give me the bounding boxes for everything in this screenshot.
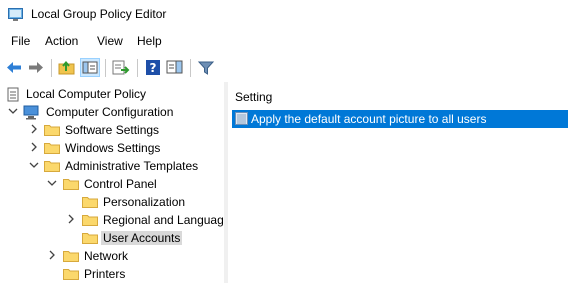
toolbar-separator bbox=[51, 59, 52, 77]
menu-file[interactable]: File bbox=[9, 34, 32, 48]
tree-label: Local Computer Policy bbox=[26, 87, 147, 101]
console-tree-icon bbox=[82, 61, 98, 74]
chevron-right-icon[interactable] bbox=[47, 250, 57, 260]
menu-action[interactable]: Action bbox=[43, 34, 80, 48]
tree-label: Regional and Languag bbox=[103, 213, 224, 227]
settings-list-pane: Setting Apply the default account pictur… bbox=[228, 82, 568, 283]
action-pane-icon bbox=[166, 60, 183, 74]
title-bar: Local Group Policy Editor bbox=[0, 0, 568, 31]
tree-item-user-accounts[interactable]: User Accounts bbox=[0, 229, 224, 247]
tree-item-software-settings[interactable]: Software Settings bbox=[0, 121, 224, 139]
forward-arrow-icon bbox=[29, 62, 43, 73]
export-list-icon bbox=[112, 60, 130, 75]
tree-label: Computer Configuration bbox=[46, 105, 174, 119]
folder-icon bbox=[44, 143, 60, 154]
tree-item-regional-and-language[interactable]: Regional and Languag bbox=[0, 211, 224, 229]
policy-setting-icon bbox=[235, 112, 248, 125]
tree-item-windows-settings[interactable]: Windows Settings bbox=[0, 139, 224, 157]
toolbar-separator bbox=[190, 59, 191, 77]
tree-label: Administrative Templates bbox=[65, 159, 199, 173]
up-one-level-button[interactable] bbox=[57, 58, 77, 77]
group-policy-app-icon bbox=[8, 8, 23, 21]
chevron-right-icon[interactable] bbox=[29, 142, 39, 152]
folder-icon bbox=[82, 215, 98, 226]
filter-funnel-icon bbox=[197, 61, 215, 75]
svg-text:?: ? bbox=[150, 61, 157, 75]
up-folder-icon bbox=[58, 60, 75, 75]
chevron-right-icon[interactable] bbox=[29, 124, 39, 134]
tree-label: Windows Settings bbox=[65, 141, 161, 155]
console-tree[interactable]: Local Computer Policy Computer Configura… bbox=[0, 82, 224, 283]
folder-icon bbox=[63, 269, 79, 280]
window-title: Local Group Policy Editor bbox=[31, 7, 167, 21]
tree-item-computer-configuration[interactable]: Computer Configuration bbox=[0, 103, 224, 121]
show-hide-tree-button[interactable] bbox=[80, 58, 100, 77]
tree-item-network[interactable]: Network bbox=[0, 247, 224, 265]
export-list-button[interactable] bbox=[111, 58, 131, 77]
help-icon: ? bbox=[146, 60, 160, 75]
back-button[interactable] bbox=[4, 58, 24, 77]
back-arrow-icon bbox=[7, 62, 21, 73]
tree-label: Software Settings bbox=[65, 123, 160, 137]
tree-item-local-computer-policy[interactable]: Local Computer Policy bbox=[0, 85, 224, 103]
tree-label: Control Panel bbox=[84, 177, 157, 191]
chevron-down-icon[interactable] bbox=[47, 178, 57, 188]
chevron-down-icon[interactable] bbox=[8, 106, 18, 116]
folder-icon bbox=[82, 233, 98, 244]
folder-icon bbox=[63, 179, 79, 190]
help-button[interactable]: ? bbox=[143, 58, 163, 77]
toolbar-separator bbox=[105, 59, 106, 77]
show-action-pane-button[interactable] bbox=[165, 58, 185, 77]
folder-icon bbox=[63, 251, 79, 262]
chevron-right-icon[interactable] bbox=[66, 214, 76, 224]
folder-icon bbox=[44, 161, 60, 172]
folder-icon bbox=[82, 197, 98, 208]
forward-button[interactable] bbox=[26, 58, 46, 77]
tree-item-personalization[interactable]: Personalization bbox=[0, 193, 224, 211]
tree-item-administrative-templates[interactable]: Administrative Templates bbox=[0, 157, 224, 175]
menu-bar: File Action View Help bbox=[0, 31, 568, 53]
filter-button[interactable] bbox=[196, 58, 216, 77]
computer-icon bbox=[23, 105, 39, 120]
policy-document-icon bbox=[7, 87, 19, 102]
column-header-setting[interactable]: Setting bbox=[235, 90, 272, 104]
tree-label: Printers bbox=[84, 267, 126, 281]
toolbar: ? bbox=[0, 53, 568, 83]
folder-icon bbox=[44, 125, 60, 136]
menu-view[interactable]: View bbox=[95, 34, 125, 48]
setting-name: Apply the default account picture to all… bbox=[251, 112, 487, 126]
tree-item-control-panel[interactable]: Control Panel bbox=[0, 175, 224, 193]
menu-help[interactable]: Help bbox=[135, 34, 164, 48]
tree-label-selected: User Accounts bbox=[101, 231, 183, 245]
setting-row[interactable]: Apply the default account picture to all… bbox=[232, 110, 568, 128]
tree-item-printers[interactable]: Printers bbox=[0, 265, 224, 283]
tree-label: Personalization bbox=[103, 195, 186, 209]
chevron-down-icon[interactable] bbox=[29, 160, 39, 170]
tree-label: Network bbox=[84, 249, 129, 263]
toolbar-separator bbox=[137, 59, 138, 77]
